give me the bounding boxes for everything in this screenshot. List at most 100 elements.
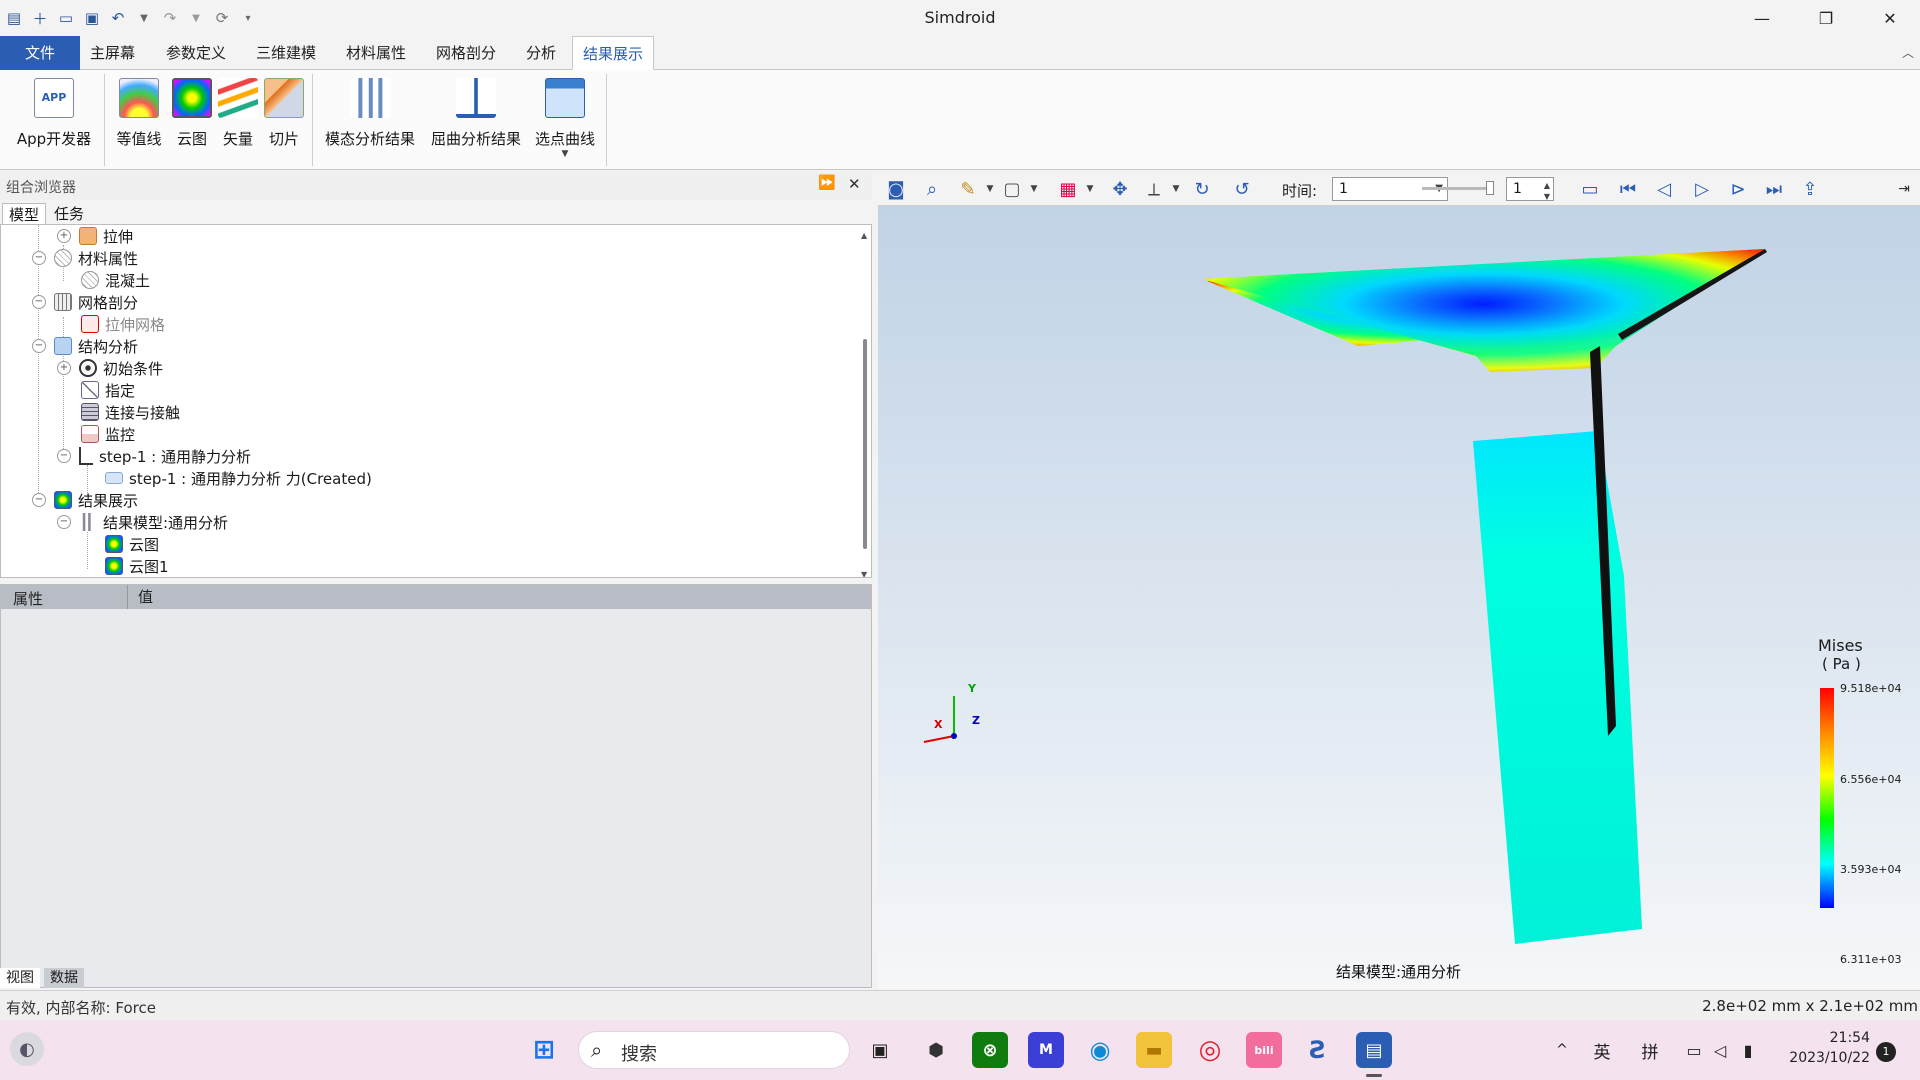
tree-item[interactable]: − 网格剖分 [32, 291, 138, 313]
prev-frame-icon[interactable]: ◁ [1650, 176, 1678, 202]
tab-model[interactable]: 模型 [2, 203, 47, 225]
tree-item[interactable]: 云图1 [105, 555, 169, 577]
tab-view[interactable]: 视图 [0, 968, 40, 988]
collapse-ribbon-icon[interactable]: ︿ [1902, 44, 1914, 61]
last-frame-icon[interactable]: ⏭ [1760, 176, 1788, 202]
tree-item[interactable]: step-1 : 通用静力分析 力(Created) [105, 467, 372, 489]
record-video-icon[interactable]: ▭ [1576, 176, 1604, 202]
tree-item[interactable]: 混凝土 [81, 269, 150, 291]
collapse-icon[interactable]: − [32, 251, 46, 265]
contour-button[interactable]: 等值线 [112, 78, 166, 149]
battery-icon[interactable]: ▮ [1734, 1032, 1762, 1068]
target-app-icon[interactable]: ◎ [1192, 1032, 1228, 1068]
minimize-button[interactable]: — [1730, 0, 1794, 36]
save-icon[interactable]: ▣ [82, 8, 102, 28]
tab-parameters[interactable]: 参数定义 [156, 36, 236, 70]
collapse-icon[interactable]: − [57, 449, 71, 463]
notification-badge[interactable]: 1 [1876, 1042, 1896, 1062]
customize-icon[interactable]: ▾ [238, 8, 258, 28]
restore-button[interactable]: ❐ [1794, 0, 1858, 36]
rotate-ccw-icon[interactable]: ↺ [1228, 176, 1256, 202]
tab-tasks[interactable]: 任务 [48, 203, 90, 225]
taskbar-search[interactable]: ⌕ 搜索 [578, 1031, 850, 1069]
export-icon[interactable]: ⇪ [1796, 176, 1824, 202]
play-icon[interactable]: ▷ [1688, 176, 1716, 202]
point-curve-button[interactable]: 选点曲线 ▼ [532, 78, 598, 159]
volume-icon[interactable]: ◁ [1706, 1032, 1734, 1068]
simdroid-taskbar-icon[interactable]: ▤ [1356, 1032, 1392, 1068]
first-frame-icon[interactable]: ⏮ [1614, 176, 1642, 202]
chevron-down-icon[interactable]: ▼ [1020, 176, 1048, 202]
app-s-icon[interactable]: Ƨ [1300, 1032, 1336, 1068]
undo-icon[interactable]: ↶ [108, 8, 128, 28]
chevron-down-icon[interactable]: ▼ [1162, 176, 1190, 202]
tab-file[interactable]: 文件 [0, 36, 80, 70]
new-file-icon[interactable]: ＋ [30, 8, 50, 28]
close-button[interactable]: ✕ [1858, 0, 1920, 36]
tree-item[interactable]: 连接与接触 [81, 401, 180, 423]
tree-item[interactable]: 云图 [105, 533, 159, 555]
chevron-down-icon[interactable]: ▼ [532, 149, 598, 159]
tree-item[interactable]: − step-1 : 通用静力分析 [57, 445, 251, 467]
spin-down-icon[interactable]: ▼ [1544, 186, 1550, 208]
weather-icon[interactable]: ◐ [10, 1032, 44, 1066]
tree-item[interactable]: − 材料属性 [32, 247, 138, 269]
collapse-icon[interactable]: − [57, 515, 71, 529]
time-slider-thumb[interactable] [1486, 181, 1494, 195]
tab-results[interactable]: 结果展示 [572, 36, 655, 70]
next-frame-icon[interactable]: ⊳ [1724, 176, 1752, 202]
vector-button[interactable]: 矢量 [218, 78, 258, 149]
editor-app-icon[interactable]: M [1028, 1032, 1064, 1068]
app-3d-icon[interactable]: ⬢ [918, 1032, 954, 1068]
chevron-down-icon[interactable]: ▼ [1076, 176, 1104, 202]
network-icon[interactable]: ▭ [1680, 1032, 1708, 1068]
tree-item[interactable]: − 结果展示 [32, 489, 138, 511]
tray-overflow-icon[interactable]: ^ [1544, 1032, 1580, 1068]
step-spinbox[interactable]: 1 ▲ ▼ [1506, 177, 1554, 201]
redo-icon[interactable]: ↷ [160, 8, 180, 28]
tree-item[interactable]: 监控 [81, 423, 135, 445]
refresh-icon[interactable]: ⟳ [212, 8, 232, 28]
chevron-down-icon[interactable]: ▼ [134, 8, 154, 28]
bilibili-icon[interactable]: bili [1246, 1032, 1282, 1068]
app-developer-button[interactable]: APP App开发器 [14, 78, 94, 149]
3d-viewport[interactable]: Y X Z Mises ( Pa ) 9.518e+04 6.556e+04 3… [878, 206, 1920, 988]
collapse-icon[interactable]: − [32, 493, 46, 507]
tab-home[interactable]: 主屏幕 [80, 36, 145, 70]
time-slider-track[interactable] [1422, 187, 1492, 190]
tree-item[interactable]: 拉伸网格 [81, 313, 165, 335]
zoom-icon[interactable]: ⌕ [918, 176, 946, 202]
edge-icon[interactable]: ◉ [1082, 1032, 1118, 1068]
tree-item[interactable]: + 拉伸 [57, 225, 133, 247]
tab-analysis[interactable]: 分析 [516, 36, 566, 70]
expand-icon[interactable]: + [57, 361, 71, 375]
modal-result-button[interactable]: 模态分析结果 [322, 78, 418, 149]
tree-scrollbar[interactable]: ▲ ▼ [861, 231, 869, 577]
tab-3d-modeling[interactable]: 三维建模 [246, 36, 326, 70]
chevron-down-icon[interactable]: ▼ [186, 8, 206, 28]
tree-item[interactable]: − 结构分析 [32, 335, 138, 357]
collapse-icon[interactable]: − [32, 339, 46, 353]
fit-all-icon[interactable]: ✥ [1106, 176, 1134, 202]
file-explorer-icon[interactable]: ▬ [1136, 1032, 1172, 1068]
buckling-result-button[interactable]: 屈曲分析结果 [428, 78, 524, 149]
collapse-icon[interactable]: − [32, 295, 46, 309]
tree-item[interactable]: 指定 [81, 379, 135, 401]
tab-data[interactable]: 数据 [44, 968, 84, 988]
clock-date[interactable]: 2023/10/22 [1778, 1050, 1870, 1066]
tab-material[interactable]: 材料属性 [336, 36, 416, 70]
tab-meshing[interactable]: 网格剖分 [426, 36, 506, 70]
scroll-up-icon[interactable]: ▲ [861, 231, 867, 240]
slice-button[interactable]: 切片 [262, 78, 306, 149]
ime-mode[interactable]: 英 [1584, 1032, 1620, 1068]
xbox-icon[interactable]: ⊗ [972, 1032, 1008, 1068]
tree-item[interactable]: − 结果模型:通用分析 [57, 511, 228, 533]
tree-item[interactable]: + 初始条件 [57, 357, 163, 379]
camera-icon[interactable]: ◙ [882, 176, 910, 202]
clock-time[interactable]: 21:54 [1778, 1030, 1870, 1046]
close-icon[interactable]: ✕ [848, 175, 861, 193]
scroll-down-icon[interactable]: ▼ [861, 570, 867, 577]
expand-icon[interactable]: + [57, 229, 71, 243]
rotate-cw-icon[interactable]: ↻ [1188, 176, 1216, 202]
dock-panel-icon[interactable]: ⏩ [818, 175, 835, 191]
